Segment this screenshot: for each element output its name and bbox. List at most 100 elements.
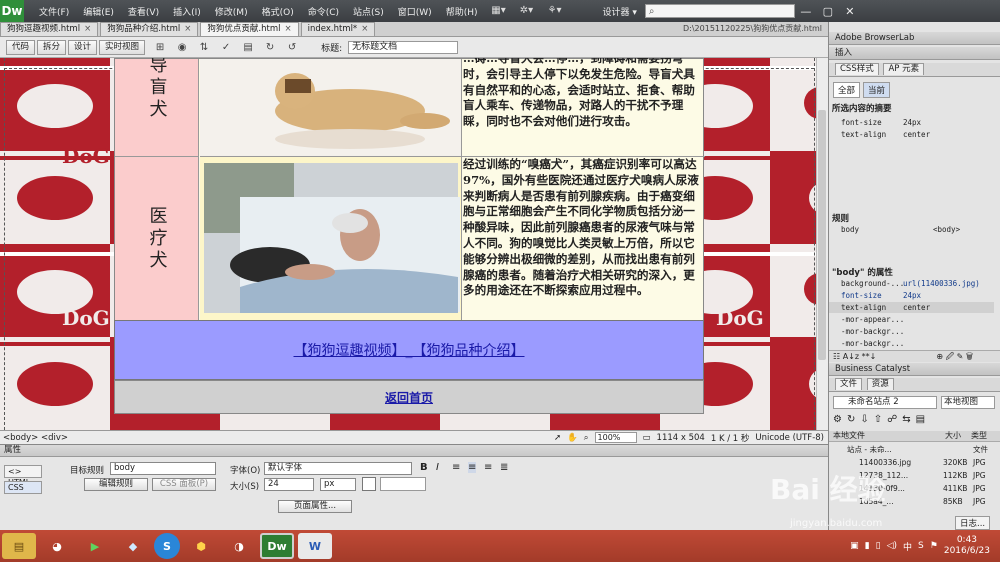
refresh-icon-2[interactable]: ↺ bbox=[283, 42, 301, 53]
az-sort-icon[interactable]: ☷ A↓z **↓ bbox=[833, 352, 876, 361]
summary-row[interactable]: font-size 24px bbox=[829, 117, 994, 128]
dreamweaver-task-icon[interactable]: Dw bbox=[260, 533, 294, 559]
file-row[interactable]: 站点 - 未命... 文件 bbox=[829, 444, 994, 455]
prop-row[interactable]: -mor-backgr... bbox=[829, 326, 994, 337]
color-input[interactable] bbox=[380, 477, 426, 491]
site-icon[interactable]: ⚘▾ bbox=[540, 4, 568, 18]
tab-contributions[interactable]: 狗狗优点贡献.html × bbox=[200, 22, 299, 36]
media-player-icon[interactable]: ▶ bbox=[78, 533, 112, 559]
maximize-icon[interactable]: ▢ bbox=[817, 5, 839, 18]
font-select[interactable]: 默认字体 bbox=[264, 462, 412, 475]
css-mode-button[interactable]: CSS bbox=[4, 481, 42, 494]
hand-tool-icon[interactable]: ✋ bbox=[567, 433, 578, 443]
css-panel-button[interactable]: CSS 面板(P) bbox=[152, 478, 216, 491]
check-browser-icon[interactable]: ✓ bbox=[217, 42, 235, 53]
tray-icon[interactable]: ▣ bbox=[850, 541, 859, 551]
prop-row[interactable]: -mor-appear... bbox=[829, 314, 994, 325]
image-medical-dog[interactable] bbox=[200, 157, 462, 321]
prop-row[interactable]: text-align center bbox=[829, 302, 994, 313]
prop-row[interactable]: -mor-backgr... bbox=[829, 338, 994, 349]
image-guide-dog[interactable] bbox=[200, 59, 462, 157]
select-tool-icon[interactable]: ➚ bbox=[554, 433, 561, 443]
size-select[interactable]: 24 bbox=[264, 478, 314, 491]
battery-icon[interactable]: ▯ bbox=[876, 541, 881, 551]
layout-icon[interactable]: ▦▾ bbox=[484, 4, 512, 18]
menu-help[interactable]: 帮助(H) bbox=[439, 5, 485, 18]
view-select[interactable]: 本地视图 bbox=[941, 396, 995, 409]
menu-file[interactable]: 文件(F) bbox=[32, 5, 76, 18]
design-view-button[interactable]: 设计 bbox=[68, 39, 98, 55]
properties-header[interactable]: 属性 bbox=[0, 445, 828, 457]
word-icon[interactable]: W bbox=[298, 533, 332, 559]
label-cell-medical-dog[interactable]: 医疗犬 bbox=[115, 157, 199, 321]
col-local-files[interactable]: 本地文件 bbox=[833, 431, 865, 441]
italic-icon[interactable]: I bbox=[436, 462, 439, 473]
volume-icon[interactable]: ◁) bbox=[887, 541, 897, 551]
justify-icon[interactable]: ≣ bbox=[500, 462, 508, 473]
log-button[interactable]: 日志... bbox=[955, 516, 991, 530]
tab-css-styles[interactable]: CSS样式 bbox=[835, 63, 879, 75]
edit-rule-button[interactable]: 编辑规则 bbox=[84, 478, 148, 491]
color-swatch[interactable] bbox=[362, 477, 376, 491]
split-view-button[interactable]: 拆分 bbox=[37, 39, 67, 55]
preview-icon[interactable]: ◉ bbox=[173, 42, 191, 53]
design-canvas[interactable]: DoG DoG DoG 导盲犬 …碍…导盲犬会…停…，到障碍和需要拐弯时，会引导… bbox=[0, 58, 828, 430]
file-row[interactable]: 11400336.jpg 320KB JPG bbox=[829, 457, 994, 468]
live-view-button[interactable]: 实时视图 bbox=[99, 39, 146, 55]
nav-links[interactable]: 【狗狗逗趣视频】_【狗狗品种介绍】 bbox=[294, 340, 525, 360]
close-icon[interactable]: × bbox=[84, 24, 91, 34]
flag-icon[interactable]: ⚑ bbox=[930, 541, 938, 551]
prop-row[interactable]: font-size 24px bbox=[829, 290, 994, 301]
new-rule-icon[interactable]: ⊕ 🖉 ✎ 🗑 bbox=[936, 352, 973, 361]
current-button[interactable]: 当前 bbox=[863, 82, 891, 98]
window-size[interactable]: 1114 x 504 bbox=[657, 433, 705, 443]
tray-s-icon[interactable]: S bbox=[918, 541, 924, 551]
close-icon[interactable]: × bbox=[361, 24, 368, 34]
refresh-icon[interactable]: ↻ bbox=[261, 42, 279, 53]
menu-edit[interactable]: 编辑(E) bbox=[76, 5, 121, 18]
minimize-icon[interactable]: — bbox=[795, 5, 817, 18]
search-input[interactable]: ⌕ bbox=[644, 4, 795, 18]
menu-modify[interactable]: 修改(M) bbox=[208, 5, 255, 18]
col-size[interactable]: 大小 bbox=[945, 431, 961, 441]
app-icon[interactable]: ◆ bbox=[116, 533, 150, 559]
align-left-icon[interactable]: ≡ bbox=[452, 462, 460, 473]
prop-row[interactable]: background-... url(11400336.jpg) bbox=[829, 278, 994, 289]
menu-site[interactable]: 站点(S) bbox=[346, 5, 391, 18]
close-icon[interactable]: × bbox=[184, 24, 191, 34]
tab-assets[interactable]: 资源 bbox=[866, 378, 894, 390]
close-icon[interactable]: ✕ bbox=[839, 5, 861, 18]
title-input[interactable]: 无标题文档 bbox=[348, 40, 459, 54]
page-properties-button[interactable]: 页面属性... bbox=[278, 500, 352, 513]
scrollbar-thumb[interactable] bbox=[818, 110, 826, 360]
files-toolbar[interactable]: ⚙↻⇩⇧☍⇆▤ bbox=[833, 414, 930, 425]
code-view-button[interactable]: 代码 bbox=[6, 39, 36, 55]
menu-view[interactable]: 查看(V) bbox=[121, 5, 166, 18]
html-mode-button[interactable]: <> HTML bbox=[4, 465, 42, 487]
tab-index[interactable]: index.html* × bbox=[300, 22, 376, 36]
network-icon[interactable]: ▮ bbox=[865, 541, 870, 551]
window-size-icon[interactable]: ▭ bbox=[643, 433, 651, 443]
business-catalyst-header[interactable]: Business Catalyst bbox=[829, 363, 1000, 376]
zoom-select[interactable]: 100% bbox=[594, 432, 637, 443]
menu-window[interactable]: 窗口(W) bbox=[391, 5, 439, 18]
tab-files[interactable]: 文件 bbox=[835, 378, 863, 390]
tab-ap-elements[interactable]: AP 元素 bbox=[883, 63, 925, 75]
menu-format[interactable]: 格式(O) bbox=[255, 5, 301, 18]
target-rule-select[interactable]: body bbox=[110, 462, 216, 475]
menu-insert[interactable]: 插入(I) bbox=[166, 5, 208, 18]
close-icon[interactable]: × bbox=[284, 24, 291, 34]
browser-icon[interactable]: ◕ bbox=[40, 533, 74, 559]
summary-row[interactable]: text-align center bbox=[829, 129, 994, 140]
site-select[interactable]: 未命名站点 2 bbox=[833, 396, 937, 409]
home-link[interactable]: 返回首页 bbox=[385, 389, 433, 406]
zoom-tool-icon[interactable]: ⌕ bbox=[584, 433, 589, 443]
tab-breeds[interactable]: 狗狗品种介绍.html × bbox=[100, 22, 199, 36]
tag-selector[interactable]: <body> <div> bbox=[3, 433, 68, 443]
search-app-icon[interactable]: ◑ bbox=[222, 533, 256, 559]
text-guide-dog[interactable]: …碍…导盲犬会…停…，到障碍和需要拐弯时，会引导主人停下以免发生危险。导盲犬具有… bbox=[462, 58, 705, 157]
tab-videos[interactable]: 狗狗逗趣视频.html × bbox=[0, 22, 99, 36]
col-type[interactable]: 类型 bbox=[971, 431, 987, 441]
align-right-icon[interactable]: ≡ bbox=[484, 462, 492, 473]
bold-icon[interactable]: B bbox=[420, 462, 428, 473]
